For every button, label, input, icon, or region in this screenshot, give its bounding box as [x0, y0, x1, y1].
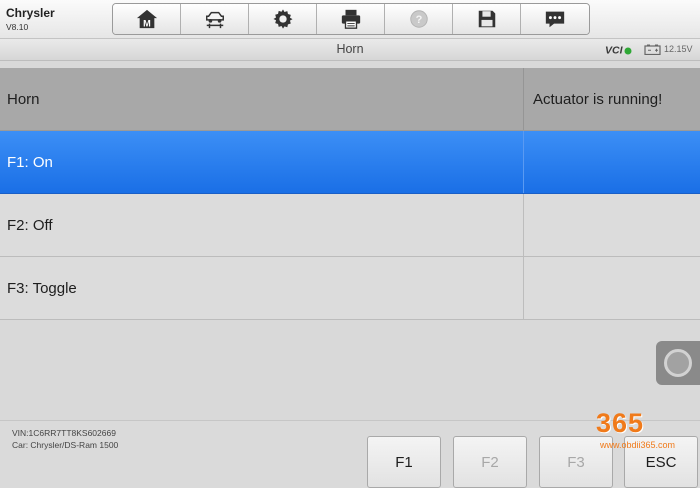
- floating-assistive-button[interactable]: [656, 341, 700, 385]
- watermark-logo: 365 www.obdii365.com: [596, 408, 676, 458]
- header-status: Actuator is running!: [533, 90, 663, 108]
- row-label: F2: Off: [0, 194, 524, 256]
- row-label: F3: Toggle: [0, 257, 524, 319]
- app-version: V8.10: [6, 22, 29, 32]
- row-label: F1: On: [0, 131, 524, 193]
- help-button[interactable]: ?: [385, 4, 453, 34]
- row-value: [525, 194, 700, 256]
- table-row-f3-toggle[interactable]: F3: Toggle: [0, 257, 700, 320]
- header-name: Horn: [0, 68, 524, 130]
- home-m-icon: M: [136, 9, 157, 28]
- printer-icon: [341, 9, 360, 29]
- print-button[interactable]: [317, 4, 385, 34]
- footer-bar: VIN:1C6RR7TT8KS602669 Car: Chrysler/DS-R…: [0, 420, 700, 488]
- f1-button[interactable]: F1: [367, 436, 441, 488]
- battery-icon: [644, 44, 661, 55]
- table-header: Horn Actuator is running!: [0, 68, 700, 131]
- title-bar: Horn VCI 12.15V: [0, 39, 700, 61]
- watermark-url: www.obdii365.com: [600, 440, 676, 450]
- message-icon: [545, 11, 565, 28]
- save-button[interactable]: [453, 4, 521, 34]
- home-button[interactable]: M: [113, 4, 181, 34]
- page-title: Horn: [336, 42, 364, 56]
- assistive-touch-icon: [664, 349, 692, 377]
- svg-text:?: ?: [415, 14, 422, 26]
- f2-button[interactable]: F2: [453, 436, 527, 488]
- help-icon: ?: [409, 10, 428, 28]
- message-button[interactable]: [521, 4, 589, 34]
- row-value: [525, 257, 700, 319]
- vci-connection-icon: VCI: [605, 45, 632, 57]
- watermark-digits: 365: [596, 408, 645, 438]
- save-icon: [478, 10, 495, 28]
- actuator-table: Horn Actuator is running! F1: On F2: Off…: [0, 68, 700, 320]
- gear-icon: [272, 9, 293, 29]
- row-value: [525, 131, 700, 193]
- top-bar: Chrysler V8.10 M ?: [0, 0, 700, 39]
- settings-button[interactable]: [249, 4, 317, 34]
- vehicle-lift-icon: [205, 11, 224, 29]
- vehicle-info: Car: Chrysler/DS-Ram 1500: [12, 440, 119, 450]
- svg-text:VCI: VCI: [605, 45, 624, 57]
- vehicle-vin: VIN:1C6RR7TT8KS602669: [12, 428, 116, 438]
- battery-voltage: 12.15V: [664, 44, 693, 54]
- svg-text:M: M: [143, 18, 151, 28]
- toolbar: M ?: [112, 3, 590, 35]
- table-row-f2-off[interactable]: F2: Off: [0, 194, 700, 257]
- table-row-f1-on[interactable]: F1: On: [0, 131, 700, 194]
- vehicle-swap-button[interactable]: [181, 4, 249, 34]
- app-name: Chrysler: [6, 6, 55, 20]
